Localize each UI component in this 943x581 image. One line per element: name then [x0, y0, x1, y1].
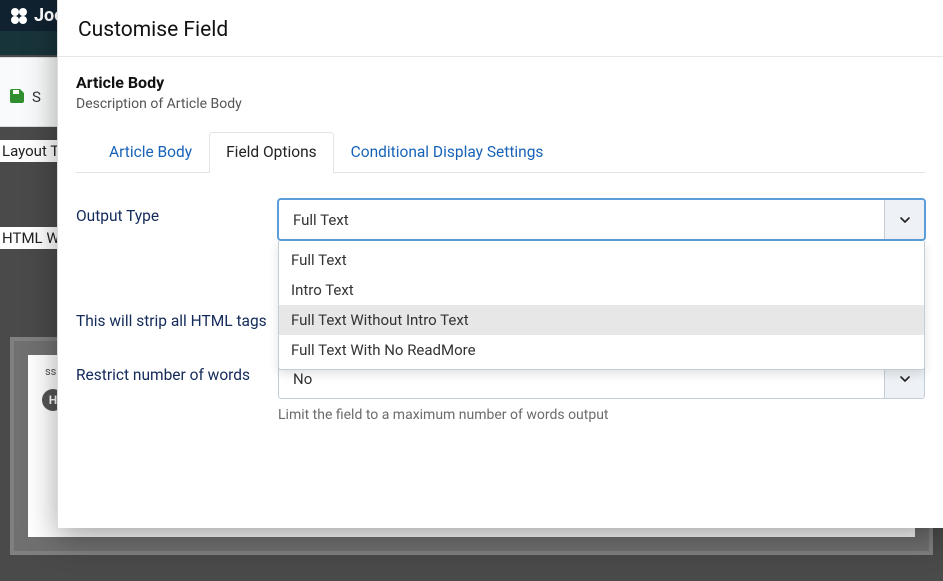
option-full-text-without-intro[interactable]: Full Text Without Intro Text — [279, 305, 924, 335]
label-restrict-words: Restrict number of words — [76, 358, 278, 384]
modal-title: Customise Field — [58, 0, 943, 57]
bg-ss-label: ss — [45, 365, 56, 378]
select-output-type-value: Full Text — [279, 211, 363, 229]
bg-side-html: HTML W — [0, 227, 60, 249]
row-output-type: Output Type Full Text Full Text Intro Te… — [76, 199, 925, 240]
tab-bar: Article Body Field Options Conditional D… — [76, 132, 925, 173]
tab-article-body[interactable]: Article Body — [92, 132, 209, 173]
customise-field-modal: Customise Field Article Body Description… — [57, 0, 943, 528]
dropdown-output-type: Full Text Intro Text Full Text Without I… — [278, 241, 925, 370]
chevron-down-icon — [884, 200, 924, 239]
option-full-text-no-readmore[interactable]: Full Text With No ReadMore — [279, 335, 924, 365]
tab-field-options[interactable]: Field Options — [209, 132, 334, 173]
joomla-icon — [10, 7, 28, 25]
save-label-fragment: S — [32, 88, 41, 106]
option-full-text[interactable]: Full Text — [279, 245, 924, 275]
label-output-type: Output Type — [76, 199, 278, 225]
field-description: Description of Article Body — [76, 96, 925, 112]
field-name: Article Body — [76, 73, 925, 92]
select-restrict-words-value: No — [279, 370, 326, 388]
toolbar: S — [0, 57, 60, 127]
save-icon — [10, 88, 24, 107]
bg-side-labels: Layout T HTML W — [0, 140, 60, 314]
option-intro-text[interactable]: Intro Text — [279, 275, 924, 305]
modal-body: Article Body Description of Article Body… — [58, 57, 943, 528]
tab-conditional-display[interactable]: Conditional Display Settings — [334, 132, 561, 173]
bg-side-layout: Layout T — [0, 140, 60, 162]
select-output-type[interactable]: Full Text — [278, 199, 925, 240]
help-restrict-words: Limit the field to a maximum number of w… — [278, 407, 925, 423]
